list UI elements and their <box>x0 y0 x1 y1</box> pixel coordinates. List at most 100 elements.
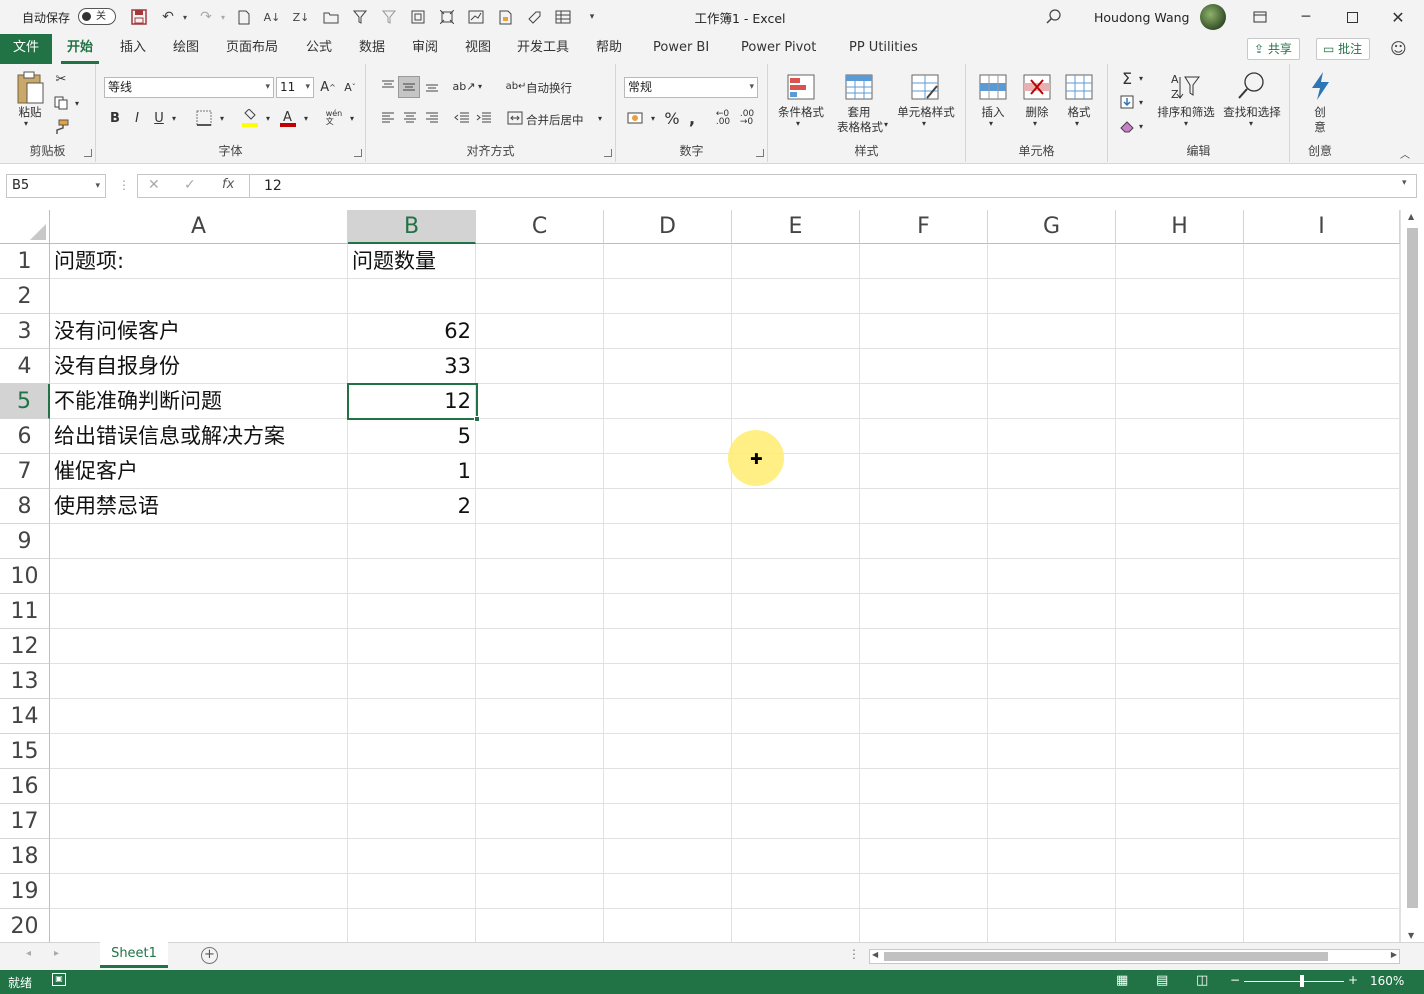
scroll-right-icon[interactable]: ▶ <box>1391 950 1397 959</box>
row-header-16[interactable]: 16 <box>0 769 50 804</box>
underline-dropdown-icon[interactable]: ▾ <box>168 108 180 128</box>
grid-cell[interactable] <box>1116 244 1244 279</box>
avatar[interactable] <box>1200 4 1226 30</box>
grid-cell[interactable] <box>1244 629 1400 664</box>
grid-cell[interactable] <box>860 734 988 769</box>
grid-cell[interactable] <box>988 349 1116 384</box>
column-header-i[interactable]: I <box>1244 210 1400 244</box>
grid-cell[interactable] <box>732 629 860 664</box>
grid-cell[interactable] <box>348 664 476 699</box>
grid-cell[interactable] <box>348 629 476 664</box>
format-cells-icon[interactable] <box>1064 72 1094 102</box>
fill-down-icon[interactable] <box>1118 92 1136 112</box>
grid-cell[interactable] <box>1244 349 1400 384</box>
grid-cell[interactable] <box>1116 804 1244 839</box>
orientation-icon[interactable]: ab↗ <box>453 76 476 96</box>
grid-cell[interactable] <box>1244 489 1400 524</box>
macro-record-icon[interactable]: ▣ <box>52 973 66 986</box>
grid-cell[interactable] <box>476 734 604 769</box>
cell-b4[interactable]: 33 <box>348 349 476 384</box>
format-as-table-dropdown-icon[interactable]: ▾ <box>884 120 888 129</box>
grid-cell[interactable] <box>988 734 1116 769</box>
phonetic-icon[interactable]: wén 文 <box>324 108 344 128</box>
grid-cell[interactable] <box>476 594 604 629</box>
increase-decimal-icon[interactable]: ←0.00 <box>712 108 734 128</box>
ideas-label-2[interactable]: 意 <box>1310 119 1330 135</box>
grid-cell[interactable] <box>50 909 348 942</box>
insert-cells-icon[interactable] <box>978 72 1008 102</box>
cut-icon[interactable]: ✂ <box>52 70 70 88</box>
grid-cell[interactable] <box>1116 909 1244 942</box>
grid-cell[interactable] <box>1244 734 1400 769</box>
grid-cell[interactable] <box>860 804 988 839</box>
normal-view-icon[interactable]: ▦ <box>1116 973 1128 988</box>
sheet-tab-sheet1[interactable]: Sheet1 <box>100 942 168 968</box>
column-header-a[interactable]: A <box>50 210 348 244</box>
format-cells-label[interactable]: 格式 <box>1064 104 1094 120</box>
grid-cell[interactable] <box>1244 524 1400 559</box>
cell-styles-icon[interactable] <box>910 72 940 102</box>
borders-dropdown-icon[interactable]: ▾ <box>216 108 228 128</box>
grid-cell[interactable] <box>732 489 860 524</box>
grid-cell[interactable] <box>860 349 988 384</box>
zoom-in-icon[interactable]: + <box>1348 973 1358 987</box>
fill-color-dropdown-icon[interactable]: ▾ <box>262 108 274 128</box>
cell-b6[interactable]: 5 <box>348 419 476 454</box>
tab-pp-utilities[interactable]: PP Utilities <box>843 34 924 64</box>
grid-cell[interactable] <box>476 244 604 279</box>
row-header-1[interactable]: 1 <box>0 244 50 279</box>
fill-handle[interactable] <box>474 416 480 422</box>
cell-b8[interactable]: 2 <box>348 489 476 524</box>
grid-cell[interactable] <box>476 909 604 942</box>
sort-filter-label[interactable]: 排序和筛选 <box>1154 104 1218 120</box>
format-cells-dropdown-icon[interactable]: ▾ <box>1075 119 1079 128</box>
underline-icon[interactable]: U <box>150 108 168 128</box>
grid-cell[interactable] <box>476 489 604 524</box>
grid-cell[interactable] <box>860 314 988 349</box>
grid-cell[interactable] <box>732 279 860 314</box>
clipboard-launcher-icon[interactable] <box>84 149 92 157</box>
grid-cell[interactable] <box>348 279 476 314</box>
vertical-scroll-thumb[interactable] <box>1407 228 1418 908</box>
grid-cell[interactable] <box>988 384 1116 419</box>
formula-input[interactable]: 12 <box>249 174 1417 198</box>
chart-icon[interactable] <box>466 7 486 27</box>
grid-cell[interactable] <box>1116 314 1244 349</box>
grid-cell[interactable] <box>988 419 1116 454</box>
grid-cell[interactable] <box>732 314 860 349</box>
cell-a5[interactable]: 不能准确判断问题 <box>50 384 348 419</box>
row-header-17[interactable]: 17 <box>0 804 50 839</box>
tab-insert[interactable]: 插入 <box>114 34 152 64</box>
column-header-c[interactable]: C <box>476 210 604 244</box>
row-header-2[interactable]: 2 <box>0 279 50 314</box>
zoom-out-icon[interactable]: − <box>1230 973 1240 987</box>
row-header-3[interactable]: 3 <box>0 314 50 349</box>
grid-cell[interactable] <box>860 699 988 734</box>
grid-cell[interactable] <box>348 839 476 874</box>
font-color-icon[interactable]: A <box>278 108 298 128</box>
grid-cell[interactable] <box>1116 384 1244 419</box>
grid-cell[interactable] <box>1116 279 1244 314</box>
number-launcher-icon[interactable] <box>756 149 764 157</box>
cell-styles-label[interactable]: 单元格样式 <box>892 104 960 120</box>
merge-center-icon[interactable] <box>506 108 524 128</box>
grid-cell[interactable] <box>1116 664 1244 699</box>
cell-b7[interactable]: 1 <box>348 454 476 489</box>
grid-cell[interactable] <box>1244 244 1400 279</box>
tag-icon[interactable] <box>524 7 544 27</box>
grid-cell[interactable] <box>732 524 860 559</box>
grid-cell[interactable] <box>1244 384 1400 419</box>
form-icon[interactable] <box>408 7 428 27</box>
tab-view[interactable]: 视图 <box>459 34 497 64</box>
grid-cell[interactable] <box>476 384 604 419</box>
tab-draw[interactable]: 绘图 <box>167 34 205 64</box>
close-icon[interactable]: ✕ <box>1375 0 1421 34</box>
grid-cell[interactable] <box>1244 419 1400 454</box>
font-size-select[interactable]: 11 ▾ <box>276 77 314 98</box>
grid-cell[interactable] <box>50 804 348 839</box>
italic-icon[interactable]: I <box>128 108 146 128</box>
cell-a4[interactable]: 没有自报身份 <box>50 349 348 384</box>
cell-a3[interactable]: 没有问候客户 <box>50 314 348 349</box>
clear-dropdown-icon[interactable]: ▾ <box>1136 116 1146 136</box>
prev-sheet-icon[interactable]: ◂ <box>26 948 31 959</box>
